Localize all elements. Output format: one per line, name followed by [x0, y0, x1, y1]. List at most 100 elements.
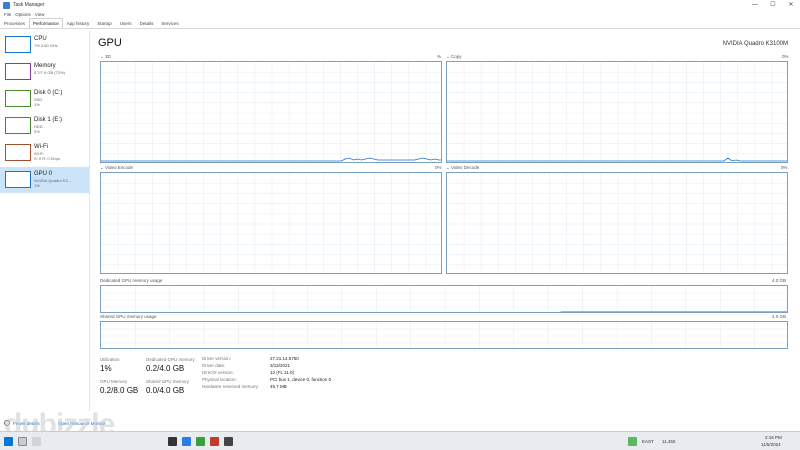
task-view-icon[interactable] — [32, 437, 41, 446]
physical-location-key: Physical location: — [202, 377, 237, 382]
tray-indicator: 11,450 — [662, 439, 676, 444]
graph-label-video-encode: ⌄ Video Encode — [100, 165, 133, 170]
sidebar-item-detail: 0% — [34, 129, 40, 134]
tab-services[interactable]: Services — [157, 18, 182, 28]
graph-max-copy: 0% — [782, 54, 789, 59]
title-bar: Task Manager — ☐ ✕ — [0, 0, 800, 10]
tab-performance[interactable]: Performance — [29, 18, 63, 28]
graph-max-video-encode: 0% — [435, 165, 442, 170]
tab-startup[interactable]: Startup — [93, 18, 116, 28]
reserved-memory-value: 45.7 MB — [270, 384, 287, 389]
close-button[interactable]: ✕ — [782, 0, 800, 10]
shared-memory-label: Shared GPU memory — [146, 379, 190, 384]
sidebar-item-label: Disk 0 (C:) — [34, 90, 63, 96]
sidebar-item-label: GPU 0 — [34, 171, 53, 177]
gpu-memory-value: 0.2/8.0 GB — [100, 386, 139, 395]
minimize-button[interactable]: — — [746, 0, 764, 10]
window-controls: — ☐ ✕ — [746, 0, 800, 10]
graph-dedicated-memory[interactable] — [100, 285, 788, 313]
directx-version-key: DirectX version: — [202, 370, 234, 375]
search-icon[interactable] — [18, 437, 27, 446]
sidebar-item-cpu[interactable]: CPU 7% 3.60 GHz — [0, 32, 89, 58]
cpu-thumbnail-graph — [5, 36, 31, 53]
sidebar-item-memory[interactable]: Memory 5.7/7.9 GB (72%) — [0, 59, 89, 85]
dedicated-memory-graph-max: 4.0 GB — [772, 278, 787, 283]
clock-date[interactable]: 11/5/2024 — [761, 442, 781, 447]
app-icon[interactable] — [182, 437, 191, 446]
sidebar-item-disk-1[interactable]: Disk 1 (E:) HDD 0% — [0, 113, 89, 139]
sidebar-item-detail: 5.7/7.9 GB (72%) — [34, 70, 65, 75]
directx-version-value: 12 (FL 11.0) — [270, 370, 295, 375]
menu-file[interactable]: File — [4, 12, 11, 17]
start-icon[interactable] — [4, 437, 13, 446]
graph-copy[interactable] — [446, 61, 788, 163]
graph-video-encode[interactable] — [100, 172, 442, 274]
disk-1-thumbnail-graph — [5, 117, 31, 134]
graph-shared-memory[interactable] — [100, 321, 788, 349]
graph-max-video-decode: 0% — [781, 165, 788, 170]
physical-location-value: PCI bus 1, device 0, function 0 — [270, 377, 332, 382]
sidebar-item-disk-0[interactable]: Disk 0 (C:) SSD 1% — [0, 86, 89, 112]
graph-shared-memory-plot — [101, 322, 787, 348]
dedicated-memory-label: Dedicated GPU memory — [146, 357, 195, 362]
dedicated-memory-value: 0.2/4.0 GB — [146, 364, 185, 373]
utilization-value: 1% — [100, 364, 112, 373]
driver-date-value: 3/12/2021 — [270, 363, 291, 368]
app-icon[interactable] — [196, 437, 205, 446]
graph-label-video-decode: ⌄ Video Decode — [446, 165, 480, 170]
sidebar-item-gpu-0[interactable]: GPU 0 NVIDIA Quadro K3... 1% — [0, 167, 89, 193]
sidebar-item-label: Wi-Fi — [34, 144, 48, 150]
graph-max-3d: % — [437, 54, 442, 59]
app-icon[interactable] — [210, 437, 219, 446]
clock-time[interactable]: 2:16 PM — [765, 435, 782, 440]
graph-dedicated-memory-plot — [101, 286, 787, 312]
gpu-detail-panel: GPU NVIDIA Quadro K3100M ⌄ 3D % ⌄ Copy 0… — [92, 31, 796, 411]
driver-version-value: 27.21.14.5750 — [270, 356, 299, 361]
tab-bar: Processes Performance App history Startu… — [0, 18, 800, 29]
app-icon[interactable] — [224, 437, 233, 446]
graph-copy-plot — [447, 62, 787, 162]
performance-sidebar: CPU 7% 3.60 GHz Memory 5.7/7.9 GB (72%) … — [0, 31, 90, 411]
app-icon[interactable] — [168, 437, 177, 446]
tab-details[interactable]: Details — [136, 18, 158, 28]
graph-video-decode-plot — [447, 173, 787, 273]
weather-label[interactable]: EAST — [642, 439, 654, 444]
shared-memory-graph-label: Shared GPU memory usage — [100, 314, 157, 319]
footer-bar: Fewer details Open Resource Monitor — [0, 416, 800, 430]
graph-3d-plot — [101, 62, 441, 162]
menu-view[interactable]: View — [35, 12, 45, 17]
gpu-memory-label: GPU Memory — [100, 379, 128, 384]
sidebar-item-label: CPU — [34, 36, 47, 42]
graph-video-encode-plot — [101, 173, 441, 273]
dedicated-memory-graph-label: Dedicated GPU memory usage — [100, 278, 163, 283]
graph-video-decode[interactable] — [446, 172, 788, 274]
gpu-model-name: NVIDIA Quadro K3100M — [722, 41, 788, 47]
tab-app-history[interactable]: App history — [63, 18, 94, 28]
driver-version-key: Driver version: — [202, 356, 232, 361]
sidebar-item-wifi[interactable]: Wi-Fi Wi-Fi S: 0 R: 0 Kbps — [0, 140, 89, 166]
memory-thumbnail-graph — [5, 63, 31, 80]
menu-bar: File Options View — [0, 10, 800, 18]
sidebar-item-detail: 7% 3.60 GHz — [34, 43, 58, 48]
sidebar-item-detail: 1% — [34, 183, 40, 188]
page-title: GPU — [98, 37, 122, 49]
utilization-label: Utilization — [100, 357, 120, 362]
sidebar-item-detail: 1% — [34, 102, 40, 107]
reserved-memory-key: Hardware reserved memory: — [202, 384, 260, 389]
tab-processes[interactable]: Processes — [0, 18, 29, 28]
menu-options[interactable]: Options — [15, 12, 31, 17]
graph-label-copy: ⌄ Copy — [446, 54, 462, 59]
graph-3d[interactable] — [100, 61, 442, 163]
windows-taskbar: EAST 11,450 2:16 PM 11/5/2024 — [0, 431, 800, 450]
driver-date-key: Driver date: — [202, 363, 226, 368]
shared-memory-value: 0.0/4.0 GB — [146, 386, 185, 395]
tab-users[interactable]: Users — [116, 18, 136, 28]
sidebar-item-label: Disk 1 (E:) — [34, 117, 63, 123]
graph-label-3d: ⌄ 3D — [100, 54, 111, 59]
gpu-0-thumbnail-graph — [5, 171, 31, 188]
sidebar-item-detail: S: 0 R: 0 Kbps — [34, 156, 60, 161]
window-title: Task Manager — [13, 2, 45, 8]
memory-usage-line — [559, 311, 787, 312]
maximize-button[interactable]: ☐ — [764, 0, 782, 10]
weather-icon[interactable] — [628, 437, 637, 446]
